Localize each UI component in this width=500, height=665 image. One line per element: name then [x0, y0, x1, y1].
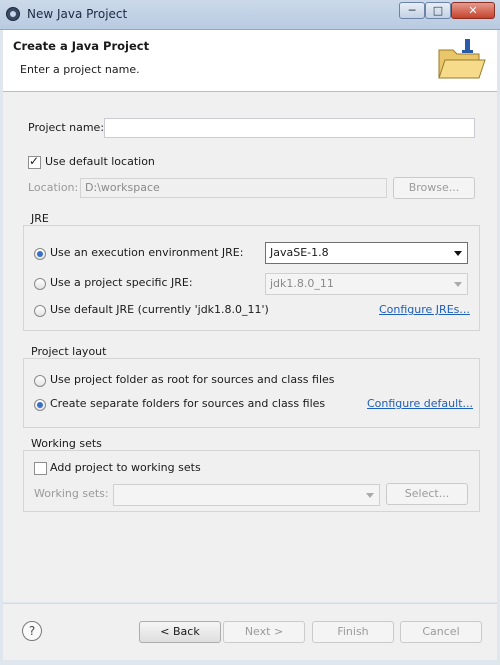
select-working-sets-button[interactable]: Select... [386, 483, 468, 505]
wizard-header: Create a Java Project Enter a project na… [3, 30, 497, 92]
window-title: New Java Project [27, 7, 128, 21]
add-to-working-sets-label: Add project to working sets [50, 461, 201, 474]
next-button[interactable]: Next > [223, 621, 305, 643]
working-sets-group-label: Working sets [31, 437, 102, 450]
page-description: Enter a project name. [20, 63, 140, 76]
project-specific-jre-select[interactable]: jdk1.8.0_11 [265, 273, 468, 295]
use-default-location-checkbox[interactable] [28, 154, 41, 169]
project-name-input[interactable] [104, 118, 475, 138]
default-jre-label: Use default JRE (currently 'jdk1.8.0_11'… [50, 303, 269, 316]
chevron-down-icon [454, 251, 462, 256]
execution-environment-jre-label: Use an execution environment JRE: [50, 246, 244, 259]
project-layout-group-label: Project layout [31, 345, 107, 358]
help-icon[interactable]: ? [22, 621, 42, 641]
project-layout-group [23, 358, 480, 428]
separate-folders-radio[interactable] [34, 399, 46, 411]
execution-environment-value: JavaSE-1.8 [270, 246, 329, 259]
location-label: Location: [28, 181, 79, 194]
location-input[interactable]: D:\workspace [80, 178, 387, 198]
cancel-button[interactable]: Cancel [400, 621, 482, 643]
working-sets-label: Working sets: [34, 487, 109, 500]
project-name-label: Project name: [28, 121, 105, 134]
configure-default-link[interactable]: Configure default... [367, 397, 473, 410]
chevron-down-icon [366, 493, 374, 498]
add-to-working-sets-checkbox[interactable] [34, 462, 47, 475]
finish-button[interactable]: Finish [312, 621, 394, 643]
jre-group-label: JRE [31, 212, 49, 225]
execution-environment-select[interactable]: JavaSE-1.8 [265, 242, 468, 264]
wizard-footer: ? < Back Next > Finish Cancel [3, 603, 497, 660]
browse-button[interactable]: Browse... [393, 177, 475, 199]
use-default-location-label: Use default location [45, 155, 155, 168]
default-jre-radio[interactable] [34, 305, 46, 317]
execution-environment-jre-radio[interactable] [34, 248, 46, 260]
close-button[interactable]: ✕ [451, 2, 495, 19]
project-folder-root-radio[interactable] [34, 375, 46, 387]
wizard-content: Project name: Use default location Locat… [3, 92, 497, 602]
project-specific-jre-label: Use a project specific JRE: [50, 276, 193, 289]
project-specific-jre-value: jdk1.8.0_11 [270, 277, 334, 290]
new-java-project-folder-icon [438, 39, 486, 79]
configure-jres-link[interactable]: Configure JREs... [379, 303, 470, 316]
page-title: Create a Java Project [13, 39, 150, 53]
title-bar: New Java Project ─ □ ✕ [0, 0, 500, 30]
chevron-down-icon [454, 282, 462, 287]
maximize-button[interactable]: □ [425, 2, 451, 19]
minimize-button[interactable]: ─ [399, 2, 425, 19]
separate-folders-label: Create separate folders for sources and … [50, 397, 326, 410]
project-folder-root-label: Use project folder as root for sources a… [50, 373, 335, 386]
back-button[interactable]: < Back [139, 621, 221, 643]
project-specific-jre-radio[interactable] [34, 278, 46, 290]
eclipse-icon [6, 7, 20, 21]
working-sets-select[interactable] [113, 484, 380, 506]
